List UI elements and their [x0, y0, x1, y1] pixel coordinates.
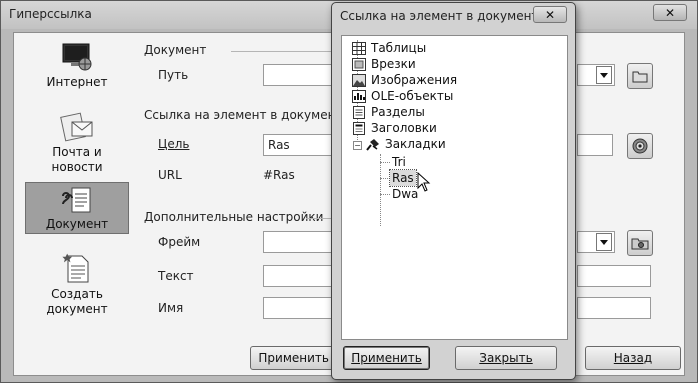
target-icon [632, 138, 648, 154]
chevron-down-icon [600, 239, 608, 245]
tree-item-headings[interactable]: Заголовки [352, 120, 437, 136]
text-input[interactable] [263, 265, 333, 287]
sidebar-item-mail[interactable]: Почта и новости [25, 112, 129, 182]
sidebar-item-label: Почта и новости [51, 145, 103, 174]
path-input[interactable] [263, 64, 333, 86]
apply-button-label: Применить [258, 351, 329, 365]
sidebar-item-new-document[interactable]: Создать документ [25, 252, 129, 322]
frame-input[interactable] [263, 231, 333, 253]
ole-object-icon [352, 89, 366, 103]
new-document-icon [62, 253, 89, 283]
tree-guide [380, 162, 390, 163]
dialog-title: Ссылка на элемент в документе [340, 9, 546, 23]
url-value: #Ras [263, 168, 295, 182]
url-label: URL [158, 168, 182, 182]
tree-item-label: OLE-объекты [371, 89, 454, 103]
tree-item-label: Изображения [371, 73, 458, 87]
apply-button[interactable]: Применить [250, 346, 334, 370]
collapse-toggle[interactable]: − [353, 141, 362, 150]
target-input-tail[interactable] [577, 134, 613, 156]
close-icon: ✕ [664, 5, 676, 20]
tree-item-tables[interactable]: Таблицы [352, 40, 426, 56]
document-element-tree[interactable]: Таблицы Врезки Изображения OLE-объекты Р… [341, 35, 568, 340]
tree-item-label: Закладки [385, 137, 446, 151]
path-label: Путь [158, 68, 189, 82]
dialog-apply-button[interactable]: Применить [343, 346, 430, 370]
tree-item-images[interactable]: Изображения [352, 72, 457, 88]
sidebar-item-internet[interactable]: Интернет [25, 42, 129, 98]
text-input-tail[interactable] [577, 265, 651, 287]
events-icon [631, 238, 649, 250]
name-label: Имя [158, 301, 184, 315]
bookmark-item[interactable]: Tri [390, 154, 408, 170]
bookmark-item-selected[interactable]: Ras [389, 169, 417, 187]
window-close-button[interactable]: ✕ [653, 4, 687, 21]
document-target-dialog: Ссылка на элемент в документе ✕ Таблицы … [331, 2, 576, 380]
path-dropdown-button[interactable] [596, 66, 612, 84]
close-icon: ✕ [544, 7, 556, 22]
name-input[interactable] [263, 297, 333, 319]
section-divider [231, 51, 331, 52]
target-in-document-button[interactable] [627, 133, 653, 159]
sidebar-item-label: Документ [45, 217, 109, 231]
chevron-down-icon [600, 72, 608, 78]
sidebar-item-label: Интернет [46, 75, 108, 89]
target-section-title: Ссылка на элемент в документе [144, 108, 350, 122]
tree-item-ole-objects[interactable]: OLE-объекты [352, 88, 453, 104]
document-section-title: Документ [144, 43, 207, 57]
dialog-close-action-button[interactable]: Закрыть [455, 346, 557, 370]
section-icon [353, 105, 365, 119]
tree-item-frames[interactable]: Врезки [352, 56, 416, 72]
image-icon [352, 73, 366, 87]
tree-item-label: Заголовки [371, 121, 437, 135]
frame-label: Фрейм [158, 235, 201, 249]
tree-item-label: Врезки [371, 57, 416, 71]
dialog-close-button[interactable]: ✕ [533, 6, 567, 23]
table-icon [352, 41, 366, 55]
target-label: Цель [158, 137, 190, 151]
open-file-button[interactable] [627, 63, 653, 89]
frame-icon [352, 57, 366, 71]
sidebar-item-document[interactable]: Документ [25, 182, 129, 234]
dialog-apply-label: Применить [351, 351, 422, 365]
category-sidebar: Интернет Почта и новости Документ Создат… [15, 34, 129, 374]
window-title: Гиперссылка [9, 7, 92, 21]
bookmark-item[interactable]: Dwa [390, 186, 420, 202]
name-input-tail[interactable] [577, 297, 651, 319]
tree-item-label: Разделы [371, 105, 425, 119]
mouse-cursor-icon [417, 172, 431, 192]
back-button[interactable]: Назад [585, 346, 681, 370]
tree-guide [380, 154, 381, 226]
document-icon [62, 187, 91, 213]
events-button[interactable] [627, 230, 653, 256]
tree-item-label: Таблицы [371, 41, 427, 55]
tree-guide [380, 194, 390, 195]
extra-section-title: Дополнительные настройки [144, 210, 324, 224]
folder-icon [632, 71, 648, 82]
tree-item-bookmarks[interactable]: Закладки [366, 136, 446, 152]
dialog-close-label: Закрыть [479, 351, 533, 365]
target-input[interactable]: Ras [263, 134, 333, 156]
tree-guide [380, 178, 390, 179]
text-label: Текст [158, 269, 194, 283]
section-divider [306, 218, 332, 219]
internet-icon [62, 43, 92, 71]
heading-icon [353, 121, 365, 135]
back-button-label: Назад [613, 351, 653, 365]
sidebar-item-label: Создать документ [46, 287, 108, 316]
frame-dropdown-button[interactable] [596, 233, 612, 251]
mail-icon [60, 112, 93, 142]
tree-item-sections[interactable]: Разделы [352, 104, 425, 120]
bookmark-icon [366, 138, 379, 151]
